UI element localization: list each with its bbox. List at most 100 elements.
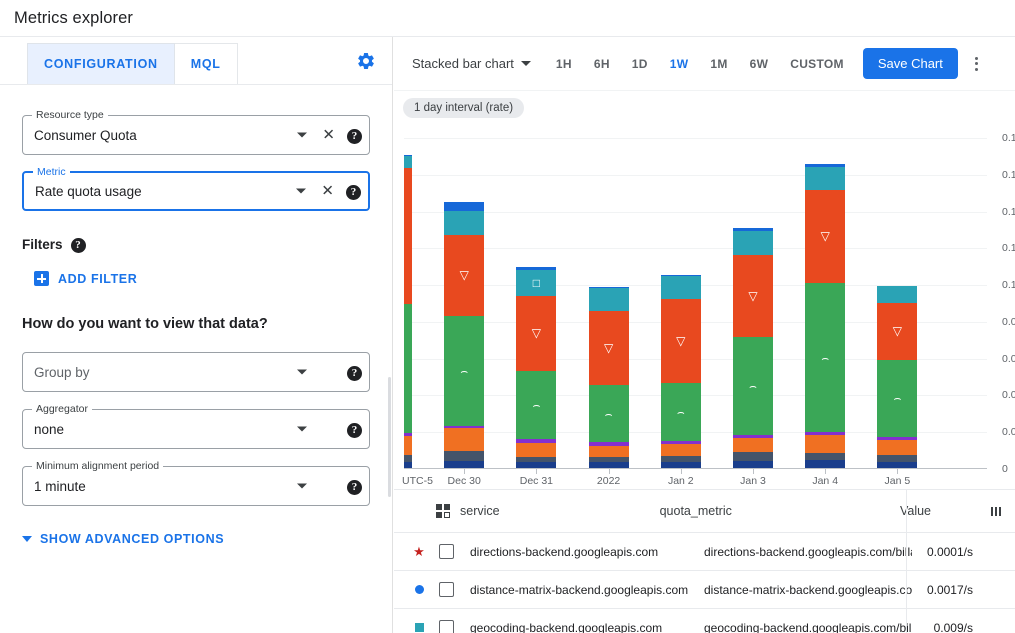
cell-quota-metric: geocoding-backend.googleapis.com/billab (702, 621, 912, 633)
chevron-down-icon[interactable] (297, 133, 307, 138)
time-range-6h[interactable]: 6H (583, 51, 621, 77)
help-icon[interactable]: ? (347, 126, 362, 144)
bar-segment: ⌢ (661, 383, 701, 442)
bar-segment: ⌢ (516, 371, 556, 440)
column-header-service[interactable]: service (460, 504, 500, 518)
interval-chip[interactable]: 1 day interval (rate) (403, 98, 524, 118)
series-glyph-icon: ⌢ (893, 392, 901, 404)
close-icon[interactable]: ✕ (322, 128, 335, 143)
y-axis-tick-label: 0.18/s (1002, 132, 1015, 144)
series-marker (394, 585, 430, 594)
alignment-period-value: 1 minute (34, 479, 86, 494)
y-axis-tick-label: 0.04/s (1002, 389, 1015, 401)
time-range-1w[interactable]: 1W (659, 51, 700, 77)
show-advanced-options-button[interactable]: SHOW ADVANCED OPTIONS (22, 532, 370, 546)
tab-mql[interactable]: MQL (175, 43, 238, 84)
time-range-1m[interactable]: 1M (699, 51, 738, 77)
bar-segment (733, 452, 773, 460)
metric-field[interactable]: Metric Rate quota usage ✕ ? (22, 171, 370, 211)
row-checkbox[interactable] (439, 620, 454, 633)
time-range-1h[interactable]: 1H (545, 51, 583, 77)
chart-bar[interactable]: ▽⌢ (733, 228, 773, 468)
series-glyph-icon: ▽ (460, 269, 469, 281)
time-range-custom[interactable]: CUSTOM (779, 51, 855, 77)
chevron-down-icon[interactable] (297, 484, 307, 489)
x-axis-tick-label: Jan 4 (812, 475, 838, 487)
filters-label-text: Filters (22, 237, 63, 252)
chart-bar[interactable]: ▽⌢ (444, 202, 484, 468)
chevron-down-icon[interactable] (297, 370, 307, 375)
bar-segment (404, 156, 412, 168)
timezone-label: UTC-5 (402, 475, 433, 487)
y-axis-tick-label: 0.1/s (1002, 279, 1015, 291)
table-row[interactable]: geocoding-backend.googleapis.comgeocodin… (394, 609, 1015, 633)
bar-segment (805, 167, 845, 190)
bar-segment (589, 288, 629, 311)
bar-segment (444, 211, 484, 235)
table-row[interactable]: distance-matrix-backend.googleapis.comdi… (394, 571, 1015, 609)
save-chart-button[interactable]: Save Chart (863, 48, 958, 79)
panel-tabbar: CONFIGURATION MQL (0, 37, 392, 85)
group-by-value: Group by (34, 365, 90, 380)
help-icon[interactable]: ? (71, 236, 86, 253)
chart-bar[interactable]: ▽⌢ (661, 275, 701, 468)
help-icon[interactable]: ? (347, 363, 362, 381)
add-filter-label: ADD FILTER (58, 272, 137, 286)
help-icon[interactable]: ? (347, 477, 362, 495)
bar-segment: ▽ (877, 303, 917, 360)
close-icon[interactable]: ✕ (321, 184, 334, 199)
chevron-down-icon (521, 61, 531, 66)
column-header-value[interactable]: Value (900, 504, 931, 518)
row-checkbox[interactable] (439, 544, 454, 559)
bar-segment (404, 462, 412, 468)
chart-type-selector[interactable]: Stacked bar chart (412, 56, 531, 71)
chart-bar[interactable]: ▽⌢ (805, 164, 845, 468)
chart-toolbar: Stacked bar chart 1H6H1D1W1M6WCUSTOM Sav… (394, 37, 1015, 91)
chart-panel: Stacked bar chart 1H6H1D1W1M6WCUSTOM Sav… (394, 37, 1015, 633)
save-chart-label: Save Chart (878, 56, 943, 71)
chart-bar[interactable]: □▽⌢ (516, 267, 556, 468)
gear-icon[interactable] (356, 51, 376, 71)
chart-bar[interactable]: ▽⌢ (877, 286, 917, 468)
help-icon[interactable]: ? (346, 182, 361, 200)
interval-chip-row: 1 day interval (rate) (394, 91, 1015, 125)
x-axis-tick-label: Dec 31 (520, 475, 553, 487)
cell-value: 0.0001/s (912, 545, 1015, 559)
y-axis-tick-label: 0 (1002, 463, 1008, 475)
column-header-quota-metric[interactable]: quota_metric (660, 504, 732, 518)
alignment-period-field[interactable]: Minimum alignment period 1 minute ? (22, 466, 370, 506)
column-options-icon[interactable] (991, 507, 1002, 516)
group-by-field[interactable]: Group by ? (22, 352, 370, 392)
resource-type-field[interactable]: Resource type Consumer Quota ✕ ? (22, 115, 370, 155)
x-axis-tick (464, 469, 465, 474)
aggregator-field[interactable]: Aggregator none ? (22, 409, 370, 449)
chart-plot[interactable]: 00.02/s0.04/s0.06/s0.08/s0.1/s0.12/s0.14… (404, 129, 987, 469)
time-range-1d[interactable]: 1D (621, 51, 659, 77)
table-row[interactable]: ★directions-backend.googleapis.comdirect… (394, 533, 1015, 571)
chevron-down-icon[interactable] (297, 427, 307, 432)
metric-label: Metric (33, 166, 70, 179)
select-columns-grid-icon[interactable] (436, 504, 450, 518)
add-filter-button[interactable]: ADD FILTER (34, 271, 370, 286)
bar-segment: ▽ (589, 311, 629, 385)
series-glyph-icon: ▽ (893, 325, 902, 337)
row-checkbox[interactable] (439, 582, 454, 597)
panel-scrollbar[interactable] (388, 377, 391, 497)
y-axis-tick-label: 0.16/s (1002, 169, 1015, 181)
chevron-down-icon[interactable] (296, 189, 306, 194)
chart-bar[interactable]: ▽⌢ (589, 287, 629, 468)
time-range-6w[interactable]: 6W (739, 51, 780, 77)
kebab-menu-icon[interactable] (966, 57, 988, 71)
x-axis-tick-label: Dec 30 (448, 475, 481, 487)
help-icon[interactable]: ? (347, 420, 362, 438)
series-glyph-icon: ▽ (532, 327, 541, 339)
series-marker: ★ (394, 545, 430, 558)
tab-configuration[interactable]: CONFIGURATION (27, 43, 175, 84)
y-axis-tick-label: 0.06/s (1002, 353, 1015, 365)
bar-segment (877, 462, 917, 468)
bar-segment (805, 460, 845, 468)
chart-bar[interactable] (404, 155, 412, 468)
bar-segment: ⌢ (444, 316, 484, 425)
app-titlebar: Metrics explorer (0, 0, 1015, 37)
column-divider (906, 490, 907, 532)
